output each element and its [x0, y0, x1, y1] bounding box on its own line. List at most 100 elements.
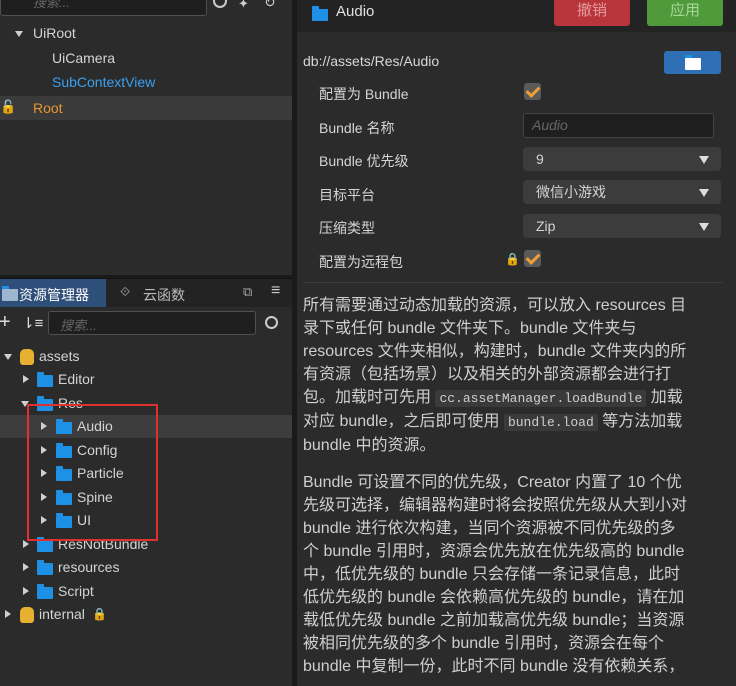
- revert-button-label: 撤销: [576, 2, 607, 19]
- doc-paragraph-2: Bundle 可设置不同的优先级，Creator 内置了 10 个优 先级可选择…: [303, 471, 723, 678]
- expand-arrow-icon[interactable]: [4, 354, 12, 360]
- tab-cloud-functions[interactable]: ⟐ 云函数: [118, 279, 214, 307]
- doc2-line: bundle 中复制一份，此时不同 bundle 没有依赖关系，: [303, 658, 685, 675]
- add-icon[interactable]: +: [0, 311, 11, 334]
- popout-icon[interactable]: ⧉: [243, 284, 252, 300]
- inline-code-bundle-load: bundle.load: [503, 414, 598, 431]
- compression-select[interactable]: Zip: [523, 214, 721, 238]
- expand-arrow-icon[interactable]: [15, 31, 23, 37]
- open-folder-button[interactable]: [664, 51, 721, 74]
- menu-icon[interactable]: ≡: [271, 282, 280, 300]
- node-label-uicamera: UiCamera: [52, 50, 116, 66]
- database-icon: [20, 607, 34, 623]
- remote-label: 配置为远程包: [319, 254, 403, 270]
- doc1-line3: resources 文件夹相似，构建时，bundle 文件夹内的所: [303, 343, 687, 360]
- assets-panel-tabbar: 资源管理器 ⟐ 云函数 ⧉ ≡: [0, 278, 292, 307]
- node-label-assets: assets: [39, 348, 80, 364]
- is-bundle-checkbox[interactable]: [524, 83, 541, 100]
- highlight-box: [27, 404, 158, 541]
- apply-button-label: 应用: [669, 2, 700, 19]
- inspector-title: Audio: [336, 3, 375, 20]
- doc2-line: bundle 进行依次构建，当同个资源被不同优先级的多: [303, 520, 676, 537]
- tab-assets[interactable]: 资源管理器: [0, 279, 106, 307]
- collapse-arrow-icon[interactable]: [23, 563, 29, 571]
- doc1-line1: 所有需要通过动态加载的资源，可以放入 resources 目: [303, 297, 687, 314]
- folder-icon: [37, 584, 53, 599]
- is-bundle-label: 配置为 Bundle: [319, 86, 409, 102]
- doc2-line: 中，低优先级的 bundle 只会存储一条记录信息，此时: [303, 566, 680, 583]
- unlock-icon[interactable]: 🔓: [0, 96, 16, 118]
- folder-icon: [685, 55, 701, 70]
- tree-row-uicamera[interactable]: UiCamera: [0, 47, 292, 69]
- tab-assets-label: 资源管理器: [19, 287, 89, 303]
- assets-search-input[interactable]: 搜索...: [48, 311, 256, 335]
- bundle-name-label: Bundle 名称: [319, 120, 395, 136]
- doc2-line: 个 bundle 引用时，资源会优先放在优先级高的 bundle: [303, 543, 685, 560]
- refresh-icon[interactable]: ↻: [264, 0, 276, 11]
- doc-paragraph-1: 所有需要通过动态加载的资源，可以放入 resources 目 录下或任何 bun…: [303, 294, 723, 457]
- collapse-arrow-icon[interactable]: [5, 610, 11, 618]
- doc2-line: Bundle 可设置不同的优先级，Creator 内置了 10 个优: [303, 474, 682, 491]
- assets-panel: 资源管理器 ⟐ 云函数 ⧉ ≡ + ⇂≡ 搜索... assets Editor…: [0, 278, 292, 686]
- lock-icon: 🔒: [92, 607, 107, 621]
- tree-row-editor[interactable]: Editor: [0, 368, 292, 390]
- tree-row-internal[interactable]: internal 🔒: [0, 603, 292, 625]
- folder-icon: [37, 537, 53, 552]
- revert-button[interactable]: 撤销: [554, 0, 630, 26]
- platform-select[interactable]: 微信小游戏: [523, 180, 721, 204]
- apply-button[interactable]: 应用: [647, 0, 723, 26]
- search-icon[interactable]: [213, 0, 227, 8]
- folder-icon: [312, 6, 328, 21]
- doc1-line4: 有资源（包括场景）以及相关的外部资源都会进行打: [303, 366, 672, 383]
- doc1-line5a: 包。加载时可先用: [303, 389, 436, 406]
- tree-row-script[interactable]: Script: [0, 580, 292, 602]
- collapse-arrow-icon[interactable]: [23, 375, 29, 383]
- bundle-name-input[interactable]: Audio: [523, 113, 714, 138]
- hierarchy-search-placeholder: 搜索...: [33, 0, 70, 10]
- node-label-resources: resources: [58, 559, 120, 575]
- node-label-internal: internal: [39, 606, 85, 622]
- remote-checkbox[interactable]: [524, 250, 541, 267]
- separator: [303, 282, 723, 283]
- database-icon: [20, 349, 34, 365]
- tree-row-subcontextview[interactable]: SubContextView: [0, 71, 292, 93]
- hierarchy-panel: 搜索... ✦ ↻ UiRoot UiCamera SubContextView…: [0, 0, 292, 275]
- node-label-uiroot: UiRoot: [33, 25, 76, 41]
- sort-icon[interactable]: ⇂≡: [22, 314, 43, 332]
- tree-row-root[interactable]: 🔓 Root: [0, 96, 292, 120]
- doc1-line2: 录下或任何 bundle 文件夹下。bundle 文件夹与: [303, 320, 637, 337]
- panel-divider-horizontal[interactable]: [0, 275, 292, 278]
- tree-row-resources[interactable]: resources: [0, 556, 292, 578]
- folder-icon: [2, 286, 18, 301]
- asset-path: db://assets/Res/Audio: [303, 53, 440, 69]
- collapse-arrow-icon[interactable]: [23, 540, 29, 548]
- chevron-down-icon: [699, 189, 709, 197]
- compression-label: 压缩类型: [319, 220, 375, 236]
- doc2-line: 低优先级的 bundle 会依赖高优先级的 bundle，请在加: [303, 589, 685, 606]
- priority-select[interactable]: 9: [523, 147, 721, 171]
- priority-value: 9: [536, 151, 544, 167]
- compression-value: Zip: [536, 218, 556, 234]
- node-label-script: Script: [58, 583, 94, 599]
- hierarchy-search-input[interactable]: 搜索...: [0, 0, 207, 16]
- chevron-down-icon: [699, 156, 709, 164]
- doc1-line7: bundle 中的资源。: [303, 437, 436, 454]
- node-label-subcontextview: SubContextView: [52, 74, 156, 90]
- search-icon[interactable]: [265, 316, 278, 329]
- platform-value: 微信小游戏: [536, 184, 606, 200]
- pin-icon[interactable]: ✦: [238, 0, 249, 12]
- node-label-root: Root: [33, 100, 63, 116]
- tab-cloud-label: 云函数: [143, 287, 185, 303]
- chevron-down-icon: [699, 223, 709, 231]
- assets-search-placeholder: 搜索...: [60, 318, 97, 333]
- tree-row-assets[interactable]: assets: [0, 345, 292, 367]
- priority-label: Bundle 优先级: [319, 153, 409, 169]
- doc1-line6: 对应 bundle，之后即可使用 bundle.load 等方法加载: [303, 410, 723, 434]
- doc1-line6b: 等方法加载: [597, 413, 683, 430]
- inspector-header: Audio 撤销 应用: [297, 0, 736, 32]
- doc1-line6a: 对应 bundle，之后即可使用: [303, 413, 504, 430]
- lock-icon: 🔒: [505, 252, 520, 266]
- collapse-arrow-icon[interactable]: [23, 587, 29, 595]
- doc1-line5b: 加载: [646, 389, 683, 406]
- tree-row-uiroot[interactable]: UiRoot: [0, 22, 292, 44]
